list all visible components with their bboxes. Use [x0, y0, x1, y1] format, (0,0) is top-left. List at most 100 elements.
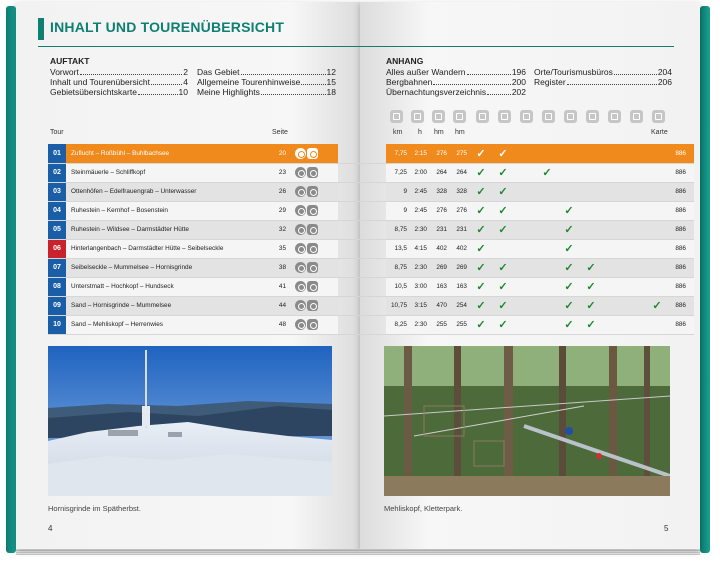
toc-entry-label: Das Gebiet: [197, 67, 240, 77]
photo-caption-right: Mehliskopf, Kletterpark.: [384, 504, 463, 513]
tour-name[interactable]: Hinterlangenbach – Darmstädter Hütte – S…: [66, 239, 266, 259]
toc-entry[interactable]: Das Gebiet 12: [197, 67, 336, 77]
family-icon: [307, 205, 318, 216]
tour-km: 13,5: [386, 239, 410, 259]
child-icon: [542, 110, 555, 123]
empty-cell: [624, 277, 646, 297]
col-header-hm-down: hm: [455, 129, 465, 136]
book-cover-edge-left: [6, 6, 16, 553]
tour-hours: 2:15: [410, 144, 430, 164]
empty-cell: [646, 220, 668, 240]
empty-cell: [602, 258, 624, 278]
tour-page: 29: [266, 201, 292, 221]
tour-hours: 3:00: [410, 277, 430, 297]
tour-hours: 2:45: [410, 182, 430, 202]
tour-name[interactable]: Zuflucht – Roßbühl – Buhlbachsee: [66, 144, 266, 164]
difficulty-icons: [292, 201, 338, 221]
tour-number: 03: [48, 182, 66, 202]
tour-name[interactable]: Sand – Hornisgrinde – Mummelsee: [66, 296, 266, 316]
difficulty-icons: [292, 182, 338, 202]
tour-row[interactable]: 10 Sand – Mehliskopf – Herrenwies 48 8,25 2:…: [48, 315, 694, 335]
empty-cell: [646, 258, 668, 278]
empty-cell: [646, 182, 668, 202]
empty-cell: [580, 220, 602, 240]
check-icon: ✓: [470, 296, 492, 316]
toc-entry-page: 18: [326, 87, 336, 97]
check-icon: ✓: [580, 258, 602, 278]
empty-cell: [624, 144, 646, 164]
tour-name[interactable]: Seibelseckle – Mummelsee – Hornisgrinde: [66, 258, 266, 278]
tour-map: 886: [668, 201, 694, 221]
family-icon: [307, 319, 318, 330]
tour-name[interactable]: Sand – Mehliskopf – Herrenwies: [66, 315, 266, 335]
empty-cell: [602, 277, 624, 297]
empty-cell: [514, 144, 536, 164]
tour-km: 7,25: [386, 163, 410, 183]
tour-row[interactable]: 04 Ruhestein – Kernhof – Bosenstein 29 9 2:4…: [48, 201, 694, 221]
toc-entry[interactable]: Gebietsübersichtskarte 10: [50, 87, 188, 97]
tour-number: 09: [48, 296, 66, 316]
tour-name[interactable]: Ruhestein – Kernhof – Bosenstein: [66, 201, 266, 221]
tour-ascent: 264: [430, 163, 450, 183]
empty-cell: [602, 163, 624, 183]
tour-row[interactable]: 01 Zuflucht – Roßbühl – Buhlbachsee 20 7,75…: [48, 144, 694, 164]
toc-entry[interactable]: Alles außer Wandern 196: [386, 67, 526, 77]
toc-entry[interactable]: Inhalt und Tourenübersicht 4: [50, 77, 188, 87]
tour-map: 886: [668, 163, 694, 183]
toc-entry-page: 15: [326, 77, 336, 87]
toc-entry-label: Orte/Tourismusbüros: [534, 67, 613, 77]
empty-cell: [536, 277, 558, 297]
hut-icon: [564, 110, 577, 123]
tour-name[interactable]: Ottenhöfen – Edelfrauengrab – Unterwasse…: [66, 182, 266, 202]
check-icon: ✓: [558, 296, 580, 316]
difficulty-icons: [292, 315, 338, 335]
tour-ascent: 231: [430, 220, 450, 240]
tour-page: 26: [266, 182, 292, 202]
toc-entry[interactable]: Vorwort 2: [50, 67, 188, 77]
gutter: [338, 296, 386, 316]
toc-entry[interactable]: Register 206: [534, 77, 672, 87]
col-header-km: km: [393, 129, 403, 136]
tour-row[interactable]: 09 Sand – Hornisgrinde – Mummelsee 44 10,75…: [48, 296, 694, 316]
tour-number: 02: [48, 163, 66, 183]
difficulty-icon: [295, 205, 306, 216]
difficulty-icons: [292, 144, 338, 164]
toc-entry[interactable]: Meine Highlights 18: [197, 87, 336, 97]
tour-row[interactable]: 05 Ruhestein – Wildsee – Darmstädter Hütt…: [48, 220, 694, 240]
tour-number: 06: [48, 239, 66, 259]
tour-ascent: 276: [430, 201, 450, 221]
check-icon: ✓: [492, 144, 514, 164]
tour-row[interactable]: 06 Hinterlangenbach – Darmstädter Hütte –…: [48, 239, 694, 259]
tour-row[interactable]: 03 Ottenhöfen – Edelfrauengrab – Unterwas…: [48, 182, 694, 202]
empty-cell: [514, 163, 536, 183]
empty-cell: [602, 182, 624, 202]
empty-cell: [580, 144, 602, 164]
toc-entry[interactable]: Bergbahnen 200: [386, 77, 526, 87]
toc-entry[interactable]: Übernachtungsverzeichnis 202: [386, 87, 526, 97]
empty-cell: [514, 296, 536, 316]
check-icon: ✓: [646, 296, 668, 316]
empty-cell: [646, 201, 668, 221]
toc-entry-page: 2: [183, 67, 188, 77]
toc-entry-page: 200: [511, 77, 526, 87]
tour-row[interactable]: 08 Unterstmatt – Hochkopf – Hundseck 41 10,…: [48, 277, 694, 297]
toc-entry[interactable]: Orte/Tourismusbüros 204: [534, 67, 672, 77]
check-icon: ✓: [492, 201, 514, 221]
toc-entry-label: Inhalt und Tourenübersicht: [50, 77, 151, 87]
check-icon: ✓: [558, 277, 580, 297]
ascent-icon: [432, 110, 445, 123]
toc-entry[interactable]: Allgemeine Tourenhinweise 15: [197, 77, 336, 87]
empty-cell: [536, 144, 558, 164]
col-header-tour: Tour: [50, 129, 64, 136]
tour-row[interactable]: 07 Seibelseckle – Mummelsee – Hornisgrind…: [48, 258, 694, 278]
toc-entry-label: Vorwort: [50, 67, 79, 77]
tour-name[interactable]: Unterstmatt – Hochkopf – Hundseck: [66, 277, 266, 297]
empty-cell: [602, 144, 624, 164]
tour-page: 35: [266, 239, 292, 259]
tour-descent: 163: [450, 277, 470, 297]
empty-cell: [624, 315, 646, 335]
toc-entry-label: Allgemeine Tourenhinweise: [197, 77, 301, 87]
tour-row[interactable]: 02 Steinmäuerle – Schliffkopf 23 7,25 2:00 26…: [48, 163, 694, 183]
tour-name[interactable]: Ruhestein – Wildsee – Darmstädter Hütte: [66, 220, 266, 240]
tour-name[interactable]: Steinmäuerle – Schliffkopf: [66, 163, 266, 183]
